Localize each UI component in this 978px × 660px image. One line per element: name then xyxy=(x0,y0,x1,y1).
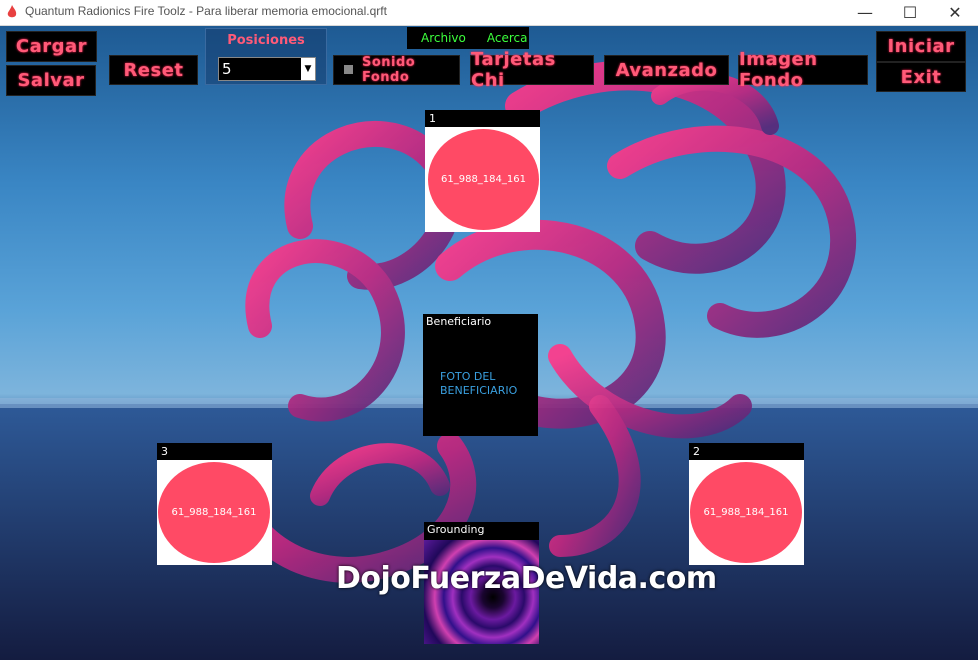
tarjetas-chi-button[interactable]: Tarjetas Chi xyxy=(470,49,594,91)
close-button[interactable]: ✕ xyxy=(932,0,978,25)
posiciones-label: Posiciones xyxy=(227,33,305,48)
card-header: 2 xyxy=(689,443,804,460)
posiciones-value: 5 xyxy=(222,60,232,78)
menu-archivo[interactable]: Archivo xyxy=(407,27,466,49)
beneficiario-card[interactable]: Beneficiario FOTO DEL BENEFICIARIO xyxy=(423,314,538,436)
position-card-2[interactable]: 2 61_988_184_161 xyxy=(689,443,804,565)
grounding-header: Grounding xyxy=(427,523,485,536)
window-title: Quantum Radionics Fire Toolz - Para libe… xyxy=(25,4,387,18)
exit-button[interactable]: Exit xyxy=(876,62,966,92)
card-header: 1 xyxy=(425,110,540,127)
beneficiario-header: Beneficiario xyxy=(426,315,492,328)
flame-icon xyxy=(7,5,17,18)
card-header: 3 xyxy=(157,443,272,460)
position-card-1[interactable]: 1 61_988_184_161 xyxy=(425,110,540,232)
watermark-text: DojoFuerzaDeVida.com xyxy=(336,561,717,596)
imagen-fondo-button[interactable]: Imagen Fondo xyxy=(738,49,868,91)
card-circle: 61_988_184_161 xyxy=(690,462,802,563)
beneficiario-photo-placeholder: FOTO DEL BENEFICIARIO xyxy=(440,370,517,398)
iniciar-button[interactable]: Iniciar xyxy=(876,31,966,62)
avanzado-button[interactable]: Avanzado xyxy=(604,55,729,85)
card-circle: 61_988_184_161 xyxy=(158,462,270,563)
beneficiario-line1: FOTO DEL xyxy=(440,370,496,383)
posiciones-select[interactable]: 5 ▼ xyxy=(218,57,316,81)
minimize-button[interactable]: — xyxy=(842,0,888,25)
reset-button[interactable]: Reset xyxy=(109,55,198,85)
dropdown-arrow-icon[interactable]: ▼ xyxy=(301,58,315,80)
menu-bar: Archivo Acerca xyxy=(407,27,529,49)
maximize-button[interactable]: ☐ xyxy=(887,0,933,25)
cargar-button[interactable]: Cargar xyxy=(6,31,97,62)
salvar-button[interactable]: Salvar xyxy=(6,65,96,96)
beneficiario-line2: BENEFICIARIO xyxy=(440,384,518,397)
position-card-3[interactable]: 3 61_988_184_161 xyxy=(157,443,272,565)
sonido-fondo-checkbox[interactable] xyxy=(344,65,353,74)
menu-acerca[interactable]: Acerca xyxy=(466,27,528,49)
title-bar: Quantum Radionics Fire Toolz - Para libe… xyxy=(0,0,978,26)
card-circle: 61_988_184_161 xyxy=(428,129,539,230)
posiciones-panel: Posiciones 5 ▼ xyxy=(205,28,327,85)
